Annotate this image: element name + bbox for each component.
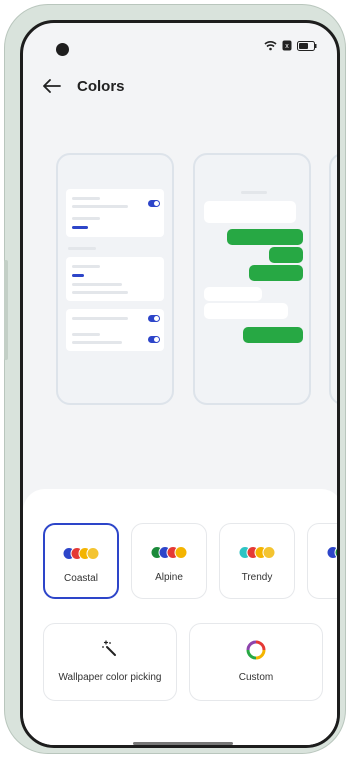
custom-label: Custom	[238, 672, 274, 683]
preview-toggle	[148, 315, 160, 322]
back-button[interactable]	[41, 75, 63, 97]
theme-label: Coastal	[64, 573, 98, 584]
magic-wand-icon	[101, 640, 119, 663]
theme-label: Cla	[308, 572, 337, 583]
wallpaper-color-picking-button[interactable]: Wallpaper color picking	[43, 623, 177, 701]
settings-preview	[56, 153, 174, 405]
color-dot	[262, 546, 276, 559]
battery-icon	[297, 40, 317, 51]
message-bubble	[204, 303, 288, 319]
theme-previews	[23, 153, 337, 408]
color-ring-icon	[246, 640, 266, 665]
preview-card	[66, 189, 164, 237]
theme-classic[interactable]: Cla	[307, 523, 337, 599]
preview-toggle	[148, 200, 160, 207]
preview-toggle	[148, 336, 160, 343]
theme-trendy[interactable]: Trendy	[219, 523, 295, 599]
message-bubble	[204, 201, 296, 223]
third-preview	[329, 153, 337, 405]
theme-coastal[interactable]: Coastal	[43, 523, 119, 599]
preview-card	[66, 257, 164, 301]
svg-text:x: x	[285, 43, 289, 50]
color-dots	[326, 546, 337, 559]
color-dots	[150, 546, 188, 559]
color-dot	[326, 546, 337, 559]
color-dots	[62, 547, 100, 560]
message-bubble	[204, 287, 262, 301]
header: Colors	[41, 75, 125, 97]
page-title: Colors	[77, 77, 125, 95]
theme-alpine[interactable]: Alpine	[131, 523, 207, 599]
phone-frame: x Colors Coastal Alpine Trendy Wallpaper…	[4, 4, 346, 754]
theme-label: Alpine	[155, 572, 183, 583]
message-bubble	[269, 247, 303, 263]
color-options-panel: Coastal Alpine Trendy Wallpaper color pi…	[23, 489, 337, 745]
message-bubble	[243, 327, 303, 343]
color-dots	[238, 546, 276, 559]
screen: x Colors Coastal Alpine Trendy Wallpaper…	[20, 20, 340, 748]
front-camera	[56, 43, 69, 56]
theme-label: Trendy	[241, 572, 273, 583]
wallpaper-color-picking-label: Wallpaper color picking	[58, 672, 162, 683]
sim-icon: x	[282, 40, 292, 51]
theme-list: Coastal Alpine Trendy	[43, 523, 337, 603]
color-dot	[174, 546, 188, 559]
wifi-icon	[264, 40, 277, 51]
color-dot	[86, 547, 100, 560]
home-indicator[interactable]	[133, 742, 233, 745]
message-bubble	[249, 265, 303, 281]
side-button	[4, 260, 8, 360]
message-bubble	[227, 229, 303, 245]
custom-color-button[interactable]: Custom	[189, 623, 323, 701]
preview-card	[66, 309, 164, 351]
messages-preview	[193, 153, 311, 405]
back-arrow-icon	[43, 79, 61, 93]
status-bar: x	[264, 40, 317, 51]
